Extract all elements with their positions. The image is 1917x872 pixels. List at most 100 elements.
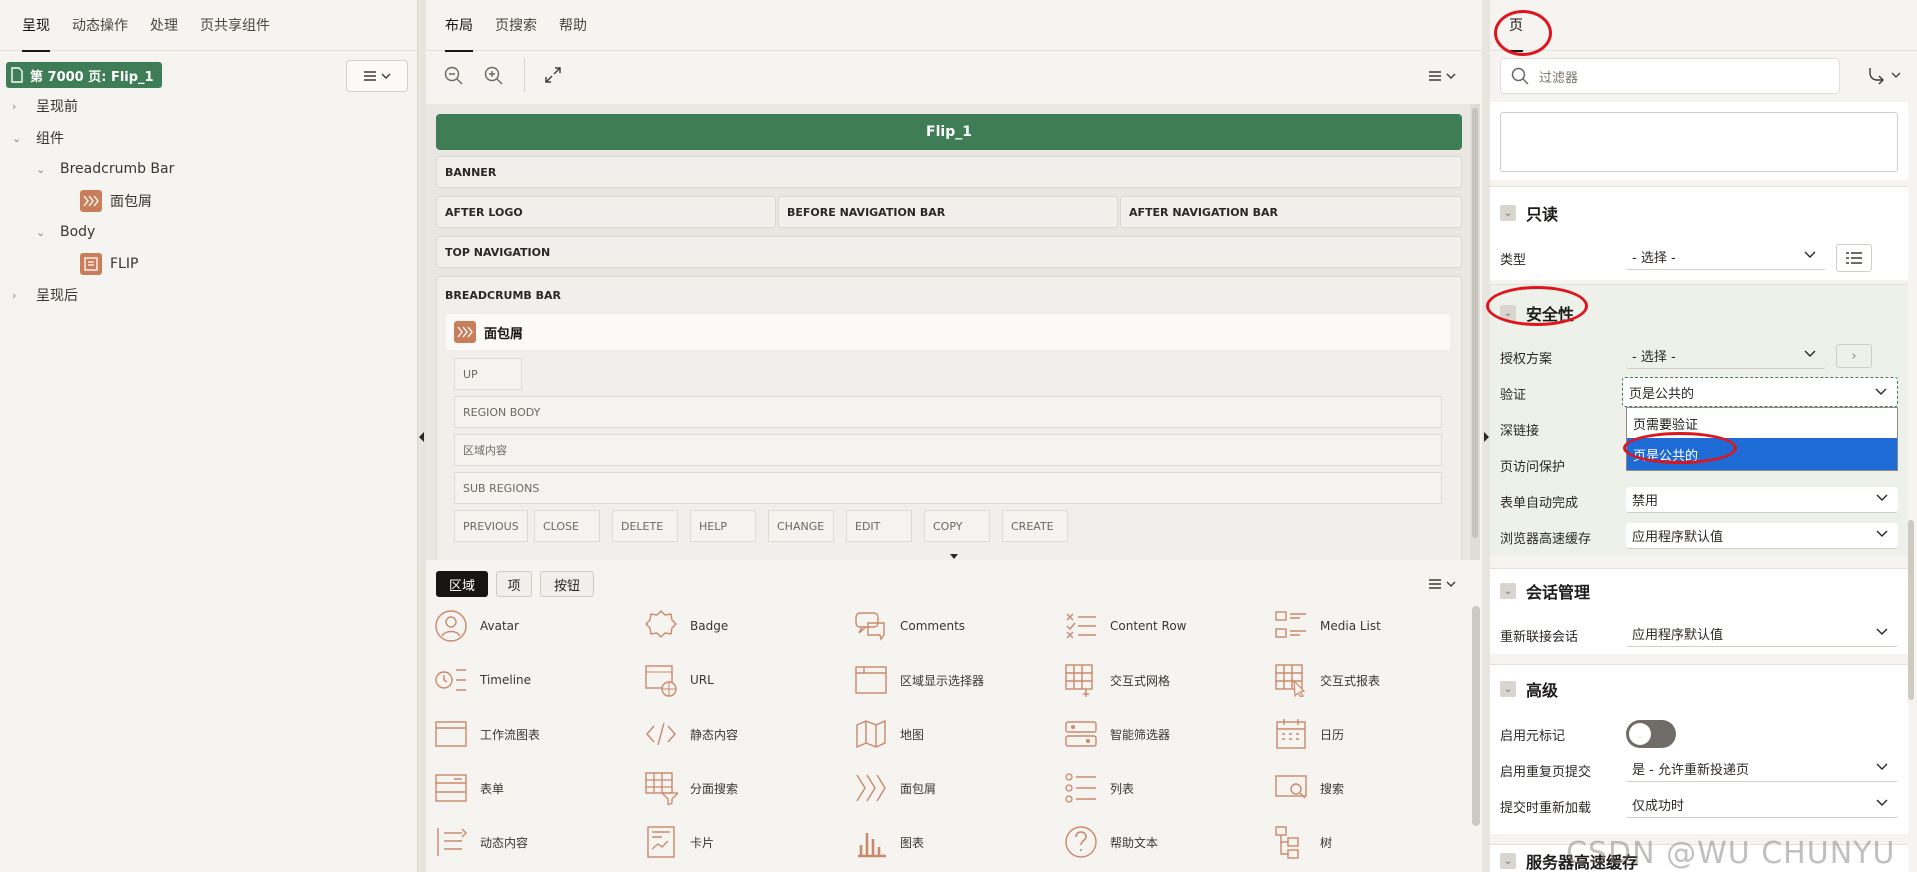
position-copy[interactable]: COPY: [924, 510, 990, 542]
section-readonly-header[interactable]: ⌄ 只读: [1500, 201, 1558, 225]
zoom-in-icon[interactable]: [484, 66, 504, 86]
gallery-menu-button[interactable]: [1416, 572, 1468, 596]
gallery-item[interactable]: 图表: [854, 822, 924, 862]
autocomplete-select[interactable]: 禁用: [1626, 487, 1898, 513]
go-to-group-icon[interactable]: [1866, 64, 1902, 86]
region-banner[interactable]: BANNER: [436, 156, 1462, 188]
region-after-nav[interactable]: AFTER NAVIGATION BAR: [1120, 196, 1462, 228]
gallery-item[interactable]: 分面搜索: [644, 768, 738, 808]
position-delete[interactable]: DELETE: [612, 510, 678, 542]
position-close[interactable]: CLOSE: [534, 510, 600, 542]
gallery-item-label: 地图: [900, 727, 925, 742]
region-before-nav[interactable]: BEFORE NAVIGATION BAR: [778, 196, 1118, 228]
list-button[interactable]: [1836, 244, 1872, 272]
rejoin-select[interactable]: 应用程序默认值: [1626, 621, 1898, 647]
gallery-item[interactable]: 卡片: [644, 822, 714, 862]
tab-rendering[interactable]: 呈现: [11, 0, 61, 52]
gallery-item[interactable]: Timeline: [434, 660, 531, 700]
tab-shared-components[interactable]: 页共享组件: [189, 0, 281, 51]
gallery-item[interactable]: 区域显示选择器: [854, 660, 984, 700]
tab-dynamic-actions[interactable]: 动态操作: [61, 0, 139, 51]
layout-menu-button[interactable]: [1416, 62, 1468, 90]
tree-item-components[interactable]: ⌄ 组件: [12, 124, 64, 152]
gallery-item[interactable]: 静态内容: [644, 714, 738, 754]
expand-icon[interactable]: [544, 66, 562, 84]
gallery-item[interactable]: 树: [1274, 822, 1332, 862]
tab-layout[interactable]: 布局: [434, 0, 484, 52]
gallery-tab-items[interactable]: 项: [496, 571, 532, 597]
gallery-item[interactable]: 日历: [1274, 714, 1344, 754]
gallery-item[interactable]: 交互式报表: [1274, 660, 1380, 700]
page-title-bar[interactable]: Flip_1: [436, 114, 1462, 150]
position-region-body[interactable]: REGION BODY: [454, 396, 1442, 428]
component-icon: [434, 825, 468, 859]
filter-input[interactable]: 过滤器: [1500, 58, 1840, 94]
gallery-item[interactable]: 帮助文本: [1064, 822, 1158, 862]
gallery-scrollbar[interactable]: [1472, 606, 1480, 826]
position-create[interactable]: CREATE: [1002, 510, 1068, 542]
gallery-item[interactable]: 地图: [854, 714, 924, 754]
position-sub-regions[interactable]: SUB REGIONS: [454, 472, 1442, 504]
gallery-item[interactable]: 搜索: [1274, 768, 1344, 808]
gallery-item[interactable]: Avatar: [434, 606, 519, 646]
tree-item-before[interactable]: › 呈现前: [12, 92, 78, 120]
gallery-item[interactable]: URL: [644, 660, 714, 700]
gallery-item[interactable]: 面包屑: [854, 768, 936, 808]
page-node[interactable]: 第 7000 页: Flip_1: [6, 62, 162, 88]
canvas-scrollbar[interactable]: [1470, 104, 1480, 560]
position-up[interactable]: UP: [454, 358, 522, 390]
tree-item-breadcrumb-bar[interactable]: ⌄ Breadcrumb Bar: [36, 155, 174, 183]
gallery-item[interactable]: 动态内容: [434, 822, 528, 862]
textarea-field[interactable]: [1500, 112, 1898, 172]
gallery-tab-regions[interactable]: 区域: [436, 571, 488, 597]
section-advanced-header[interactable]: ⌄ 高级: [1500, 677, 1558, 701]
position-previous[interactable]: PREVIOUS: [454, 510, 528, 542]
resubmit-select[interactable]: 是 - 允许重新投递页: [1626, 756, 1898, 782]
position-region-content[interactable]: 区域内容: [454, 434, 1442, 466]
gallery-item[interactable]: 列表: [1064, 768, 1134, 808]
gallery-item[interactable]: 工作流图表: [434, 714, 540, 754]
tab-processing[interactable]: 处理: [139, 0, 189, 51]
reload-select[interactable]: 仅成功时: [1626, 792, 1898, 818]
tab-page-search[interactable]: 页搜索: [484, 0, 548, 51]
gallery-item-label: 日历: [1320, 727, 1345, 742]
browser-cache-select[interactable]: 应用程序默认值: [1626, 523, 1898, 549]
gallery-item[interactable]: Comments: [854, 606, 965, 646]
position-edit[interactable]: EDIT: [846, 510, 912, 542]
gallery-item[interactable]: 智能筛选器: [1064, 714, 1170, 754]
gallery-item[interactable]: Media List: [1274, 606, 1381, 646]
authentication-select[interactable]: 页是公共的: [1622, 377, 1898, 407]
tree-menu-button[interactable]: [346, 60, 408, 92]
page-access-label: 页访问保护: [1500, 460, 1566, 475]
chevron-down-icon: ⌄: [1500, 583, 1516, 599]
tree-item-flip[interactable]: FLIP: [80, 250, 138, 278]
component-icon: [644, 609, 678, 643]
readonly-type-select[interactable]: - 选择 -: [1626, 244, 1826, 270]
left-splitter[interactable]: [418, 0, 426, 872]
right-splitter[interactable]: [1482, 0, 1490, 872]
property-scrollbar[interactable]: [1908, 520, 1914, 700]
gallery-item-label: 区域显示选择器: [900, 673, 985, 688]
tab-help[interactable]: 帮助: [548, 0, 598, 51]
component-icon: [644, 663, 678, 697]
tree-item-body[interactable]: ⌄ Body: [36, 218, 95, 246]
meta-tags-toggle[interactable]: [1626, 720, 1676, 748]
chevron-right-icon[interactable]: ›: [1836, 344, 1872, 368]
gallery-tab-buttons[interactable]: 按钮: [540, 571, 594, 597]
region-after-logo[interactable]: AFTER LOGO: [436, 196, 776, 228]
gallery-item[interactable]: 表单: [434, 768, 504, 808]
breadcrumb-region-header[interactable]: 面包屑: [446, 314, 1450, 350]
gallery-item[interactable]: Badge: [644, 606, 728, 646]
tree-item-after[interactable]: › 呈现后: [12, 281, 78, 309]
splitter-arrow-icon[interactable]: [950, 554, 958, 559]
zoom-out-icon[interactable]: [444, 66, 464, 86]
region-top-navigation[interactable]: TOP NAVIGATION: [436, 236, 1462, 268]
section-session-header[interactable]: ⌄ 会话管理: [1500, 579, 1590, 603]
position-help[interactable]: HELP: [690, 510, 756, 542]
gallery-item[interactable]: Content Row: [1064, 606, 1187, 646]
component-icon: [1274, 717, 1308, 751]
position-change[interactable]: CHANGE: [768, 510, 834, 542]
auth-scheme-select[interactable]: - 选择 -: [1626, 343, 1826, 369]
gallery-item[interactable]: 交互式网格: [1064, 660, 1170, 700]
tree-item-breadcrumb[interactable]: 面包屑: [80, 187, 152, 215]
